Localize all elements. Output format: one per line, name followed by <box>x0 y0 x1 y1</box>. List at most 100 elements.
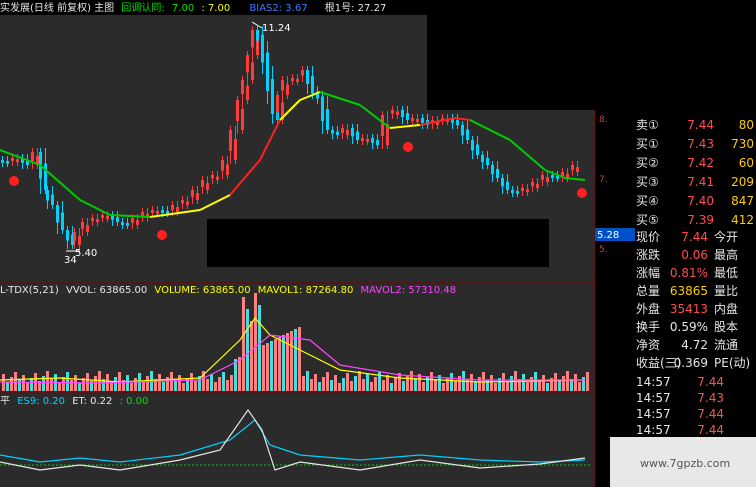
candle-body <box>286 84 289 95</box>
fundamental-value: 4.72 <box>681 338 708 352</box>
tick-price: 7.43 <box>697 391 724 405</box>
volume-bar <box>182 383 185 391</box>
candle-body <box>91 218 94 221</box>
volume-bar <box>146 376 149 391</box>
candle-body <box>201 180 204 187</box>
candle-body <box>234 139 237 160</box>
volume-bar <box>578 382 581 391</box>
volume-bar <box>370 382 373 391</box>
candle-body <box>206 183 209 190</box>
es-last-value: : 0.00 <box>119 396 149 407</box>
quote-value: 0.81% <box>669 266 708 280</box>
volume-bar <box>214 382 217 391</box>
volume-bar <box>298 327 301 391</box>
quote-label: 涨跌 <box>636 248 661 262</box>
axis-label: 5. <box>599 245 608 255</box>
volume-bar <box>130 383 133 391</box>
volume-bar <box>170 372 173 391</box>
candle-body <box>406 113 409 120</box>
high-annotation: 11.24 <box>262 23 291 34</box>
candle-body <box>86 225 89 232</box>
volume-bar <box>526 382 529 391</box>
volume-bar <box>66 372 69 391</box>
volume-bar <box>510 376 513 391</box>
tick-time: 14:57 <box>636 375 671 389</box>
volume-bar <box>126 375 129 391</box>
volume-bar <box>582 377 585 391</box>
candle-body <box>156 210 159 214</box>
candle-body <box>366 138 369 142</box>
candle-body <box>96 219 99 223</box>
candle-body <box>311 90 314 94</box>
volume-bar <box>114 377 117 391</box>
candle-body <box>186 201 189 205</box>
order-book-price: 7.44 <box>687 118 714 132</box>
volume-bar <box>274 339 277 391</box>
tick-price: 7.44 <box>697 375 724 389</box>
candle-body <box>571 165 574 170</box>
candle-body <box>16 159 19 163</box>
candle-body <box>246 55 249 73</box>
volume-bar <box>538 380 541 391</box>
tick-row[interactable]: 14:57 7.43 <box>636 390 756 406</box>
candle-body <box>351 128 354 137</box>
order-book-qty: 80 <box>738 118 754 132</box>
quote-label: 现价 <box>636 230 661 244</box>
candle-body <box>541 175 544 180</box>
order-book-price: 7.41 <box>687 175 714 189</box>
candle-body <box>371 138 374 143</box>
candle-body <box>196 193 199 200</box>
order-book-row[interactable]: 买② 7.42 60 <box>636 154 756 173</box>
volume-bar <box>262 345 265 391</box>
candle-body <box>141 212 144 217</box>
order-book-qty: 847 <box>731 194 754 208</box>
candle-body <box>381 115 384 136</box>
candle-body <box>316 95 319 99</box>
candle-body <box>296 78 299 82</box>
volume-bar <box>22 375 25 391</box>
volume-bar <box>434 380 437 391</box>
candle-body <box>531 182 534 187</box>
top-right-black <box>427 0 756 110</box>
candle-body <box>216 176 219 180</box>
es-prefix: 平 <box>0 396 10 407</box>
candle-body <box>326 109 329 130</box>
candle-body <box>551 175 554 178</box>
fundamental-label: 净资 <box>636 338 661 352</box>
order-book-label: 买④ <box>636 194 659 208</box>
chart-title: 实发展(日线 前复权) 主图 <box>0 3 115 14</box>
volume-bar <box>174 380 177 391</box>
volume-bar <box>86 373 89 391</box>
volume-bar <box>190 373 193 391</box>
volume-bar <box>30 378 33 391</box>
volume-bar <box>402 381 405 391</box>
volume-bar <box>330 380 333 391</box>
volume-bar <box>362 379 365 391</box>
candle-body <box>401 110 404 117</box>
volume-bar <box>354 376 357 391</box>
candle-body <box>346 130 349 135</box>
candle-body <box>6 160 9 164</box>
tick-row[interactable]: 14:57 7.44 <box>636 422 756 438</box>
order-book-label: 买③ <box>636 175 659 189</box>
tick-row[interactable]: 14:57 7.44 <box>636 406 756 422</box>
candle-body <box>151 210 154 213</box>
volume-bar <box>374 377 377 391</box>
volume-bar <box>566 371 569 391</box>
order-book-row[interactable]: 买④ 7.40 847 <box>636 192 756 211</box>
quote-value: 63865 <box>669 284 708 298</box>
order-book-row[interactable]: 卖① 7.44 80 <box>636 116 756 135</box>
candle-body <box>136 220 139 225</box>
volume-bar <box>522 374 525 391</box>
volume-bar <box>14 372 17 391</box>
order-book-row[interactable]: 买③ 7.41 209 <box>636 173 756 192</box>
tick-row[interactable]: 14:57 7.44 <box>636 374 756 390</box>
candle-body <box>411 118 414 121</box>
volume-bar <box>574 374 577 391</box>
volume-bar <box>142 381 145 391</box>
candle-body <box>131 218 134 223</box>
order-book-row[interactable]: 买① 7.43 730 <box>636 135 756 154</box>
order-book-label: 买② <box>636 156 659 170</box>
candle-body <box>66 230 69 241</box>
quote-label: 涨幅 <box>636 266 661 280</box>
